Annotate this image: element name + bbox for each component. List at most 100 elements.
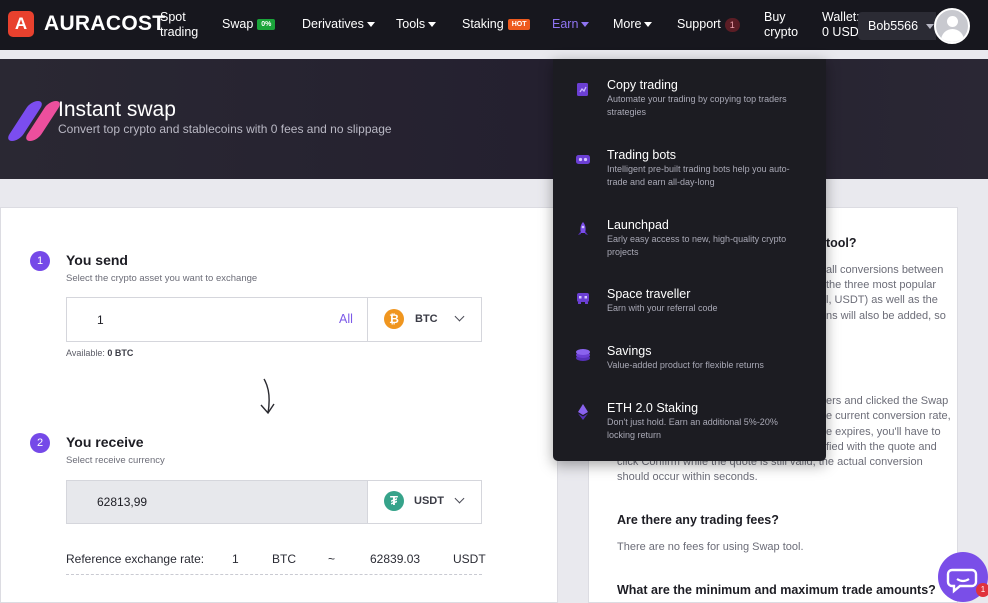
menu-item-title: Launchpad — [607, 218, 669, 232]
menu-item-title: Space traveller — [607, 287, 691, 301]
available-label: Available: — [66, 348, 105, 358]
copy-trading-icon — [577, 83, 588, 96]
menu-item-savings[interactable]: Savings Value-added product for flexible… — [553, 344, 826, 384]
nav-buy-line2: crypto — [764, 25, 799, 39]
nav-spot-line2: trading — [160, 25, 199, 39]
send-amount-input[interactable] — [66, 297, 368, 342]
hot-badge: HOT — [507, 19, 531, 31]
menu-item-desc: Intelligent pre-built trading bots help … — [607, 164, 790, 187]
menu-item-eth-staking[interactable]: ETH 2.0 Staking Don't just hold. Earn an… — [553, 401, 826, 451]
reference-approx-sign: ~ — [328, 552, 336, 566]
chat-unread-badge: 1 — [976, 583, 988, 597]
swap-logo-icon — [4, 101, 63, 141]
earn-dropdown-menu: Copy trading Automate your trading by co… — [553, 59, 826, 461]
rocket-icon — [578, 222, 588, 235]
menu-item-space-traveller[interactable]: Space traveller Earn with your referral … — [553, 287, 826, 327]
nav-support[interactable]: Support 1 — [677, 17, 740, 32]
faq-answer-2-line: fied with the quote and — [826, 441, 937, 453]
nav-more-label: More — [613, 17, 642, 31]
avatar-head-shape — [947, 16, 958, 27]
available-value: 0 BTC — [107, 348, 134, 358]
brand-name[interactable]: AURACOST — [44, 12, 165, 36]
faq-answer-2-line: e current conversion rate, — [826, 410, 951, 422]
step-1-badge: 1 — [30, 251, 50, 271]
brand-logo[interactable]: A — [8, 11, 34, 37]
nav-earn[interactable]: Earn — [552, 17, 590, 31]
nav-swap[interactable]: Swap 0% — [222, 17, 276, 31]
receive-amount-value: 62813,99 — [97, 495, 148, 509]
send-currency-label: BTC — [415, 313, 438, 325]
page-title: Instant swap — [58, 98, 176, 121]
caret-down-icon — [428, 22, 437, 28]
menu-item-launchpad[interactable]: Launchpad Early easy access to new, high… — [553, 218, 826, 268]
nav-derivatives-label: Derivatives — [302, 17, 364, 31]
nav-derivatives[interactable]: Derivatives — [302, 17, 375, 31]
reference-from-currency: BTC — [272, 552, 296, 566]
nav-tools[interactable]: Tools — [396, 17, 437, 31]
faq-answer-2-line: should occur within seconds. — [617, 471, 758, 483]
nav-swap-label: Swap — [222, 17, 254, 31]
send-amount-value: 1 — [97, 313, 104, 327]
ethereum-icon — [578, 404, 588, 420]
nav-support-label: Support — [677, 17, 721, 31]
username: Bob5566 — [868, 19, 919, 33]
top-nav: A AURACOST Spot trading Swap 0% Derivativ… — [0, 0, 988, 50]
wallet-balance: 0 USD — [822, 25, 859, 39]
avatar[interactable] — [934, 8, 970, 44]
nav-staking-label: Staking — [462, 17, 504, 31]
robot-icon — [576, 155, 590, 164]
menu-item-title: Trading bots — [607, 148, 677, 162]
menu-item-copy-trading[interactable]: Copy trading Automate your trading by co… — [553, 78, 826, 128]
faq-answer-1-line: l, USDT) as well as the — [826, 294, 938, 306]
menu-item-desc: Don't just hold. Earn an additional 5%-2… — [607, 417, 778, 440]
caret-down-icon — [581, 22, 590, 28]
nav-earn-label: Earn — [552, 17, 579, 31]
divider — [66, 574, 482, 575]
hero-banner: Instant swap Convert top crypto and stab… — [0, 59, 988, 179]
support-count-badge: 1 — [724, 17, 740, 32]
user-menu[interactable]: Bob5566 — [858, 12, 936, 40]
caret-down-icon — [644, 22, 653, 28]
coin-stack-icon — [576, 349, 590, 361]
faq-answer-1-line: the three most popular — [826, 279, 937, 291]
faq-answer-1-line: ns will also be added, so — [826, 310, 946, 322]
nav-more[interactable]: More — [613, 17, 653, 31]
tether-icon: ₮ — [384, 491, 404, 511]
send-title: You send — [66, 252, 128, 268]
nav-spot-trading[interactable]: Spot trading — [160, 10, 198, 40]
nav-wallet[interactable]: Wallet: 0 USD — [822, 10, 860, 40]
bitcoin-icon: ₿ — [384, 309, 404, 329]
menu-item-desc: Automate your trading by copying top tra… — [607, 94, 787, 117]
reference-rate-label: Reference exchange rate: — [66, 552, 205, 566]
receive-title: You receive — [66, 434, 144, 450]
arrow-down-icon — [260, 378, 275, 415]
menu-item-desc: Value-added product for flexible returns — [607, 360, 764, 370]
menu-item-title: Copy trading — [607, 78, 678, 92]
reference-from-amount: 1 — [232, 552, 239, 566]
nav-staking[interactable]: Staking HOT — [462, 17, 531, 31]
faq-answer-2-line: e expires, you'll have to — [826, 426, 941, 438]
nav-tools-label: Tools — [396, 17, 426, 31]
receive-hint: Select receive currency — [66, 455, 165, 466]
menu-item-desc: Early easy access to new, high-quality c… — [607, 234, 787, 257]
receive-currency-label: USDT — [414, 495, 444, 507]
nav-buy-crypto[interactable]: Buy crypto — [764, 10, 798, 40]
faq-answer-fees: There are no fees for using Swap tool. — [617, 541, 804, 553]
available-balance: Available: 0 BTC — [66, 348, 133, 358]
menu-item-title: Savings — [607, 344, 652, 358]
menu-item-trading-bots[interactable]: Trading bots Intelligent pre-built tradi… — [553, 148, 826, 198]
send-all-button[interactable]: All — [339, 312, 353, 326]
menu-item-title: ETH 2.0 Staking — [607, 401, 699, 415]
nav-buy-line1: Buy — [764, 10, 786, 24]
page-subtitle: Convert top crypto and stablecoins with … — [58, 122, 392, 136]
reference-to-currency: USDT — [453, 552, 486, 566]
avatar-body-shape — [941, 29, 964, 42]
step-2-badge: 2 — [30, 433, 50, 453]
space-invader-icon — [577, 293, 589, 304]
reference-to-amount: 62839.03 — [370, 552, 421, 566]
faq-question-fees[interactable]: Are there any trading fees? — [617, 513, 779, 527]
faq-question-1-fragment: tool? — [826, 236, 857, 250]
nav-spot-line1: Spot — [160, 10, 186, 24]
send-hint: Select the crypto asset you want to exch… — [66, 273, 258, 284]
faq-question-limits[interactable]: What are the minimum and maximum trade a… — [617, 583, 936, 597]
